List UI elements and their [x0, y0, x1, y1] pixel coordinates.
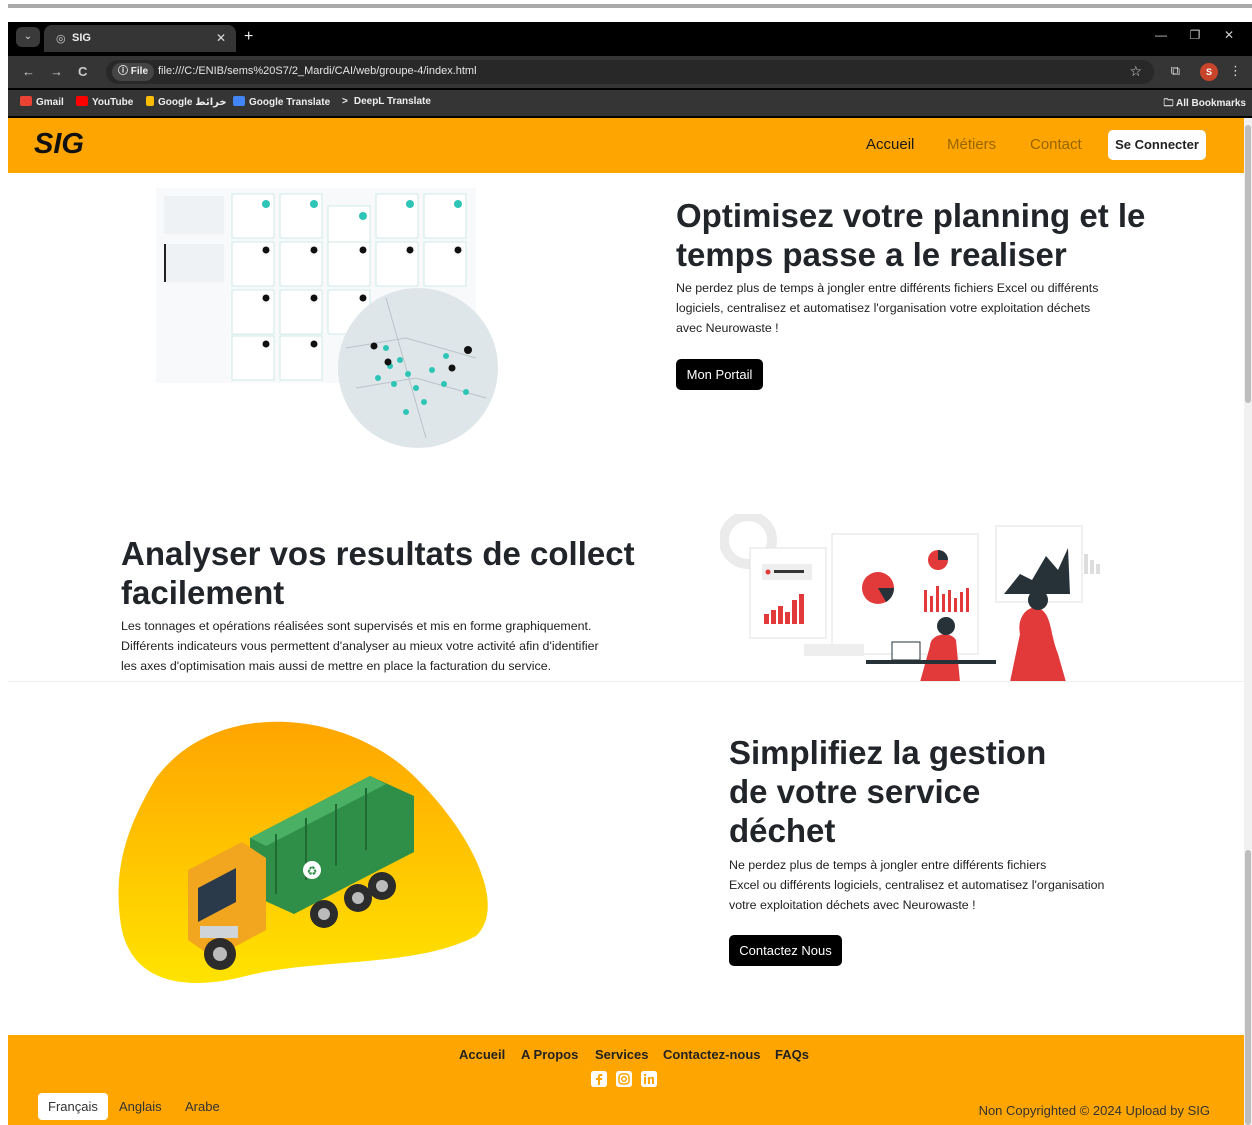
lang-anglais[interactable]: Anglais — [119, 1099, 162, 1114]
section2-heading: Analyser vos resultats de collect facilem… — [121, 535, 635, 611]
bookmark-google-maps[interactable]: Google خرائط — [146, 96, 227, 108]
tab-search-button[interactable]: ⌄ — [16, 27, 40, 47]
nav-accueil[interactable]: Accueil — [866, 136, 914, 153]
bookmarks-bar: Gmail YouTube Google خرائط Google Transl… — [8, 90, 1252, 116]
bookmark-gmail[interactable]: Gmail — [20, 96, 64, 108]
nav-metiers[interactable]: Métiers — [947, 136, 996, 153]
browser-toolbar: ← → C ⓘ File file:///C:/ENIB/sems%20S7/2… — [8, 56, 1252, 88]
portal-button[interactable]: Mon Portail — [676, 359, 763, 390]
section3-heading: Simplifiez la gestion de votre service déc… — [729, 734, 1047, 849]
footer-link-services[interactable]: Services — [595, 1047, 649, 1062]
forward-icon[interactable]: → — [50, 64, 63, 79]
bookmark-youtube[interactable]: YouTube — [76, 96, 133, 108]
all-bookmarks[interactable]: 🗀 All Bookmarks — [1164, 96, 1246, 113]
section3-text: Ne perdez plus de temps à jongler entre … — [729, 858, 1105, 912]
profile-avatar[interactable]: S — [1200, 63, 1218, 81]
planning-map-illustration — [156, 188, 498, 448]
window-top-edge — [0, 0, 1252, 22]
back-icon[interactable]: ← — [22, 64, 35, 79]
extensions-icon[interactable]: ⧉ — [1171, 63, 1180, 79]
maps-icon — [146, 96, 154, 106]
scrollbar-thumb-lower[interactable] — [1245, 850, 1251, 1125]
site-footer: Accueil A Propos Services Contactez-nous… — [8, 1035, 1244, 1125]
reload-icon[interactable]: C — [78, 64, 87, 79]
lang-arabe[interactable]: Arabe — [185, 1099, 220, 1114]
instagram-icon[interactable] — [616, 1071, 632, 1087]
site-info-chip[interactable]: ⓘ File — [112, 63, 155, 81]
globe-icon: ◎ — [56, 33, 66, 45]
footer-link-faqs[interactable]: FAQs — [775, 1047, 809, 1062]
site-navbar: SIG Accueil Métiers Contact Se Connecter — [8, 118, 1244, 173]
copyright-text: Non Copyrighted © 2024 Upload by SIG — [978, 1103, 1210, 1118]
browser-menu-icon[interactable]: ⋮ — [1229, 63, 1242, 79]
section1-heading: Optimisez votre planning et le temps pass… — [676, 197, 1146, 273]
section1-text: Ne perdez plus de temps à jongler entre … — [676, 281, 1099, 335]
web-page: SIG Accueil Métiers Contact Se Connecter… — [8, 118, 1244, 1125]
close-window-icon[interactable]: ✕ — [1212, 28, 1246, 42]
folder-icon: 🗀 — [1163, 98, 1174, 109]
brand-logo[interactable]: SIG — [34, 128, 84, 161]
tab-title: SIG — [72, 32, 91, 44]
url-text[interactable]: file:///C:/ENIB/sems%20S7/2_Mardi/CAI/we… — [158, 65, 477, 77]
svg-text:♻: ♻ — [307, 864, 318, 878]
new-tab-button[interactable]: + — [244, 28, 253, 46]
page-divider — [8, 681, 1244, 682]
window-controls: — ❐ ✕ — [1144, 28, 1246, 42]
close-tab-icon[interactable]: ✕ — [216, 31, 226, 45]
nav-contact[interactable]: Contact — [1030, 136, 1082, 153]
gmail-icon — [20, 96, 32, 106]
bookmark-google-translate[interactable]: Google Translate — [233, 96, 330, 108]
bookmark-star-icon[interactable]: ☆ — [1129, 63, 1142, 80]
login-button[interactable]: Se Connecter — [1108, 130, 1206, 160]
footer-link-contact[interactable]: Contactez-nous — [663, 1047, 761, 1062]
linkedin-icon[interactable] — [641, 1071, 657, 1087]
youtube-icon — [76, 96, 88, 106]
bookmark-deepl[interactable]: > DeepL Translate — [342, 96, 431, 107]
browser-tab[interactable]: ◎ SIG ✕ — [44, 25, 236, 52]
tab-strip: ⌄ ◎ SIG ✕ + — ❐ ✕ — [8, 22, 1252, 52]
garbage-truck-illustration: ♻ — [118, 721, 488, 983]
contact-us-button[interactable]: Contactez Nous — [729, 935, 842, 966]
minimize-icon[interactable]: — — [1144, 28, 1178, 42]
translate-icon — [233, 96, 245, 106]
address-bar[interactable]: ⓘ File file:///C:/ENIB/sems%20S7/2_Mardi… — [106, 60, 1154, 84]
scrollbar-thumb[interactable] — [1245, 125, 1251, 403]
restore-icon[interactable]: ❐ — [1178, 28, 1212, 42]
analytics-illustration — [720, 514, 1100, 682]
deepl-icon: > — [342, 96, 348, 107]
facebook-icon[interactable] — [591, 1071, 607, 1087]
footer-link-apropos[interactable]: A Propos — [521, 1047, 578, 1062]
footer-link-accueil[interactable]: Accueil — [459, 1047, 505, 1062]
section2-text: Les tonnages et opérations réalisées son… — [121, 619, 599, 673]
browser-chrome: ⌄ ◎ SIG ✕ + — ❐ ✕ ← → C ⓘ File file:///C:/… — [8, 22, 1252, 118]
lang-francais[interactable]: Français — [38, 1093, 108, 1120]
